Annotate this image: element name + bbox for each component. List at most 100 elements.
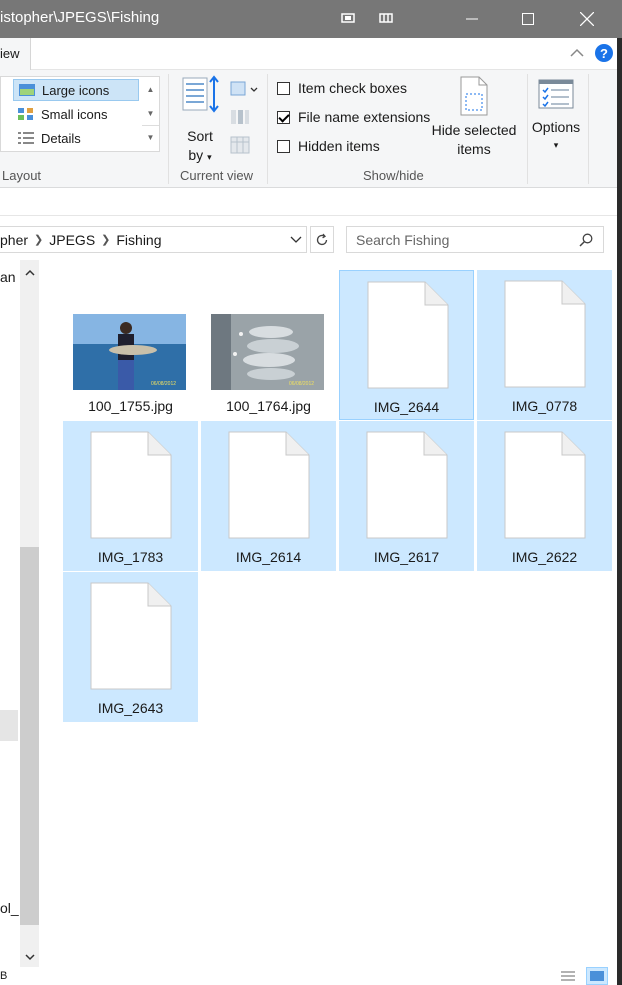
navigation-pane: an ol_ bbox=[0, 260, 40, 985]
file-tile[interactable]: IMG_2622 bbox=[477, 421, 612, 571]
breadcrumb-user[interactable]: pher bbox=[0, 232, 28, 248]
blank-file-icon bbox=[366, 431, 448, 539]
layout-gallery: Large icons Small icons Details ▲ ▼ ▼ bbox=[0, 76, 160, 152]
hide-selected-label-2: items bbox=[457, 141, 491, 157]
file-name: IMG_2644 bbox=[373, 399, 440, 415]
file-view: 06/08/2012 100_1755.jpg 06/08/2012 100_1… bbox=[40, 260, 622, 985]
breadcrumb-separator-icon[interactable]: ❯ bbox=[34, 233, 43, 246]
breadcrumb-jpegs[interactable]: JPEGS bbox=[49, 232, 95, 248]
file-name: 100_1764.jpg bbox=[226, 398, 311, 414]
details-icon bbox=[18, 132, 34, 144]
group-by-icon[interactable] bbox=[230, 80, 258, 98]
close-button[interactable] bbox=[564, 0, 610, 38]
large-icons-view-button[interactable] bbox=[586, 967, 608, 985]
address-row: pher ❯ JPEGS ❯ Fishing Search Fishing bbox=[0, 216, 622, 260]
file-tile[interactable]: 06/08/2012 100_1764.jpg bbox=[201, 270, 336, 420]
options-button[interactable]: Options ▾ bbox=[530, 78, 582, 164]
sort-by-icon bbox=[182, 75, 219, 113]
sort-by-label: by bbox=[188, 147, 204, 163]
ribbon-spacer bbox=[0, 188, 622, 216]
refresh-button[interactable] bbox=[310, 226, 334, 253]
nav-scrollbar-thumb[interactable] bbox=[20, 547, 39, 925]
sort-label: Sort bbox=[187, 128, 213, 144]
blank-file-icon bbox=[90, 431, 172, 539]
hide-selected-label-1: Hide selected bbox=[431, 122, 517, 138]
size-columns-icon[interactable] bbox=[230, 136, 250, 154]
collapse-ribbon-icon[interactable] bbox=[569, 45, 585, 61]
hidden-items-toggle[interactable]: Hidden items bbox=[277, 135, 380, 157]
blank-file-icon bbox=[504, 431, 586, 539]
refresh-icon bbox=[316, 233, 328, 245]
blank-file-icon bbox=[228, 431, 310, 539]
help-icon[interactable]: ? bbox=[595, 44, 613, 62]
small-icons-icon bbox=[18, 108, 33, 120]
options-icon bbox=[538, 79, 574, 109]
photo-date-stamp: 06/08/2012 bbox=[151, 381, 176, 387]
layout-scroll-down[interactable]: ▼ bbox=[142, 101, 159, 125]
nav-item-selected[interactable] bbox=[0, 710, 18, 741]
file-tile[interactable]: 06/08/2012 100_1755.jpg bbox=[63, 270, 198, 420]
search-box[interactable]: Search Fishing bbox=[346, 226, 604, 253]
search-input[interactable]: Search Fishing bbox=[356, 232, 449, 248]
ribbon-tab-row: iew bbox=[0, 38, 622, 71]
file-tile[interactable]: IMG_0778 bbox=[477, 270, 612, 420]
hidden-items-checkbox[interactable] bbox=[277, 139, 290, 153]
blank-file-icon bbox=[367, 281, 449, 389]
tabs-icon[interactable] bbox=[379, 11, 393, 25]
blank-file-icon bbox=[90, 582, 172, 690]
file-tile[interactable]: IMG_2644 bbox=[339, 270, 474, 420]
breadcrumb-separator-icon[interactable]: ❯ bbox=[101, 233, 110, 246]
file-name-extensions-toggle[interactable]: File name extensions bbox=[277, 106, 430, 128]
details-view-icon bbox=[561, 971, 575, 981]
search-icon[interactable] bbox=[579, 233, 593, 247]
maximize-button[interactable] bbox=[505, 0, 551, 38]
title-bar: istopher\JPEGS\Fishing bbox=[0, 0, 622, 38]
breadcrumb-fishing[interactable]: Fishing bbox=[116, 232, 161, 248]
nav-item-bottom[interactable]: ol_ bbox=[0, 900, 19, 916]
file-name-extensions-checkbox[interactable] bbox=[277, 110, 290, 124]
layout-scroll-up[interactable]: ▲ bbox=[142, 77, 159, 101]
photo-date-stamp: 06/08/2012 bbox=[289, 381, 314, 387]
details-view-button[interactable] bbox=[557, 967, 579, 985]
snap-layout-icon[interactable] bbox=[341, 11, 355, 25]
file-tile[interactable]: IMG_2617 bbox=[339, 421, 474, 571]
scroll-up-icon[interactable] bbox=[20, 262, 39, 284]
file-name: IMG_2614 bbox=[235, 549, 302, 565]
item-check-boxes-label: Item check boxes bbox=[298, 80, 407, 96]
file-tile[interactable]: IMG_2614 bbox=[201, 421, 336, 571]
item-check-boxes-checkbox[interactable] bbox=[277, 81, 290, 95]
status-bar: B bbox=[0, 967, 622, 985]
large-icons-icon bbox=[19, 84, 35, 96]
window-title: istopher\JPEGS\Fishing bbox=[0, 9, 160, 26]
tab-view[interactable]: iew bbox=[0, 38, 31, 71]
layout-small-icons-label: Small icons bbox=[41, 106, 108, 122]
maximize-icon bbox=[522, 13, 534, 25]
address-dropdown-icon[interactable] bbox=[290, 233, 302, 245]
sort-by-button[interactable]: Sort by ▾ bbox=[180, 74, 220, 164]
nav-item-top[interactable]: an bbox=[0, 269, 16, 285]
file-name: IMG_2643 bbox=[97, 700, 164, 716]
hidden-items-label: Hidden items bbox=[298, 138, 380, 154]
file-name: IMG_2617 bbox=[373, 549, 440, 565]
ribbon: ns Large icons Small icons Details ▲ ▼ ▼… bbox=[0, 70, 622, 188]
layout-small-icons[interactable]: Small icons bbox=[13, 103, 107, 125]
minimize-button[interactable] bbox=[449, 0, 495, 38]
layout-expand[interactable]: ▼ bbox=[142, 125, 159, 149]
file-tile[interactable]: IMG_2643 bbox=[63, 572, 198, 722]
layout-large-icons[interactable]: Large icons bbox=[13, 79, 139, 101]
address-bar[interactable]: pher ❯ JPEGS ❯ Fishing bbox=[0, 226, 307, 253]
group-label-current-view: Current view bbox=[180, 168, 253, 183]
layout-details[interactable]: Details bbox=[13, 127, 81, 149]
hide-selected-items-button[interactable]: Hide selected items bbox=[428, 76, 520, 162]
photo-thumbnail: 06/08/2012 bbox=[211, 314, 324, 390]
add-columns-icon[interactable] bbox=[230, 108, 250, 126]
file-name-extensions-label: File name extensions bbox=[298, 109, 431, 125]
scroll-down-icon[interactable] bbox=[20, 946, 39, 968]
options-label: Options bbox=[531, 119, 581, 135]
file-name: IMG_1783 bbox=[97, 549, 164, 565]
file-tile[interactable]: IMG_1783 bbox=[63, 421, 198, 571]
large-icons-view-icon bbox=[590, 971, 604, 981]
close-icon bbox=[580, 12, 594, 26]
item-check-boxes-toggle[interactable]: Item check boxes bbox=[277, 77, 407, 99]
blank-file-icon bbox=[504, 280, 586, 388]
